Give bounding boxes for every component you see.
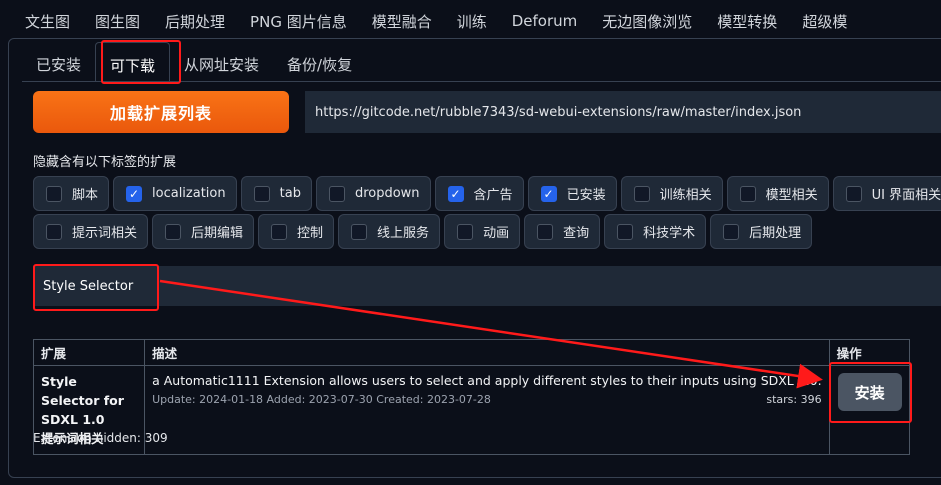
top-tab[interactable]: 超级模 [802, 11, 847, 32]
tag-checkbox[interactable]: 含广告 [434, 176, 524, 211]
tag-checkbox[interactable]: 动画 [444, 214, 521, 249]
header-description: 描述 [144, 339, 830, 366]
tag-row-1: 脚本 localization tab dropdown 含广告 已安装 训练相关 模型相关 U… [33, 176, 941, 211]
table-header-row: 扩展 描述 操作 [32, 339, 911, 366]
tag-checkbox[interactable]: 脚本 [33, 176, 110, 211]
top-tab[interactable]: 文生图 [25, 11, 70, 32]
checkbox-empty-icon[interactable] [328, 185, 345, 202]
extension-dates: Update: 2024-01-18 Added: 2023-07-30 Cre… [152, 393, 491, 406]
checkbox-empty-icon[interactable] [271, 223, 288, 240]
checkbox-checked-icon[interactable] [447, 185, 464, 202]
tag-label: 已安装 [566, 188, 606, 203]
extension-meta: Update: 2024-01-18 Added: 2023-07-30 Cre… [152, 393, 822, 406]
checkbox-empty-icon[interactable] [165, 223, 182, 240]
tag-label: 科技学术 [643, 226, 696, 241]
tag-label: 控制 [297, 226, 324, 241]
tab-backup-restore[interactable]: 备份/恢复 [273, 42, 366, 82]
install-button[interactable]: 安装 [837, 373, 902, 411]
tag-checkbox[interactable]: 后期编辑 [152, 214, 255, 249]
tag-checkbox[interactable]: tab [240, 176, 312, 211]
tag-label: 动画 [483, 226, 510, 241]
tag-label: UI 界面相关 [871, 188, 941, 203]
top-tab[interactable]: Deforum [512, 12, 578, 30]
sub-tabs: 已安装 可下载 从网址安装 备份/恢复 [22, 40, 366, 82]
top-tab[interactable]: 模型转换 [717, 11, 777, 32]
tag-label: 后期处理 [749, 226, 802, 241]
tag-checkbox[interactable]: 后期处理 [710, 214, 813, 249]
extension-name-link[interactable]: Style Selector for SDXL 1.0 [41, 372, 137, 429]
tag-label: dropdown [354, 186, 420, 201]
checkbox-empty-icon[interactable] [457, 223, 474, 240]
hidden-extension-count: Extension hidden: 309 [33, 431, 168, 445]
hide-tags-label: 隐藏含有以下标签的扩展 [33, 155, 177, 170]
load-extension-list-button[interactable]: 加载扩展列表 [33, 91, 289, 133]
tag-checkbox[interactable]: UI 界面相关 [832, 176, 941, 211]
tag-label: 模型相关 [765, 188, 818, 203]
checkbox-checked-icon[interactable] [126, 185, 143, 202]
tag-label: 训练相关 [659, 188, 712, 203]
action-cell: 安装 [828, 365, 911, 455]
checkbox-empty-icon[interactable] [46, 223, 62, 240]
tag-label: 脚本 [72, 188, 99, 203]
tag-label: 查询 [563, 226, 590, 241]
checkbox-empty-icon[interactable] [617, 223, 634, 240]
extension-description: a Automatic1111 Extension allows users t… [152, 373, 822, 388]
top-tab[interactable]: 训练 [457, 11, 487, 32]
tag-label: 含广告 [473, 188, 513, 203]
top-tab[interactable]: 无边图像浏览 [602, 11, 692, 32]
checkbox-checked-icon[interactable] [540, 185, 557, 202]
checkbox-empty-icon[interactable] [739, 185, 756, 202]
top-tab[interactable]: PNG 图片信息 [250, 11, 347, 32]
tab-installed[interactable]: 已安装 [22, 42, 95, 82]
tag-checkbox[interactable]: 线上服务 [338, 214, 441, 249]
tag-label: 线上服务 [377, 226, 430, 241]
tab-available[interactable]: 可下载 [95, 42, 171, 82]
tag-checkbox[interactable]: 已安装 [527, 176, 617, 211]
tag-checkbox[interactable]: localization [113, 176, 237, 211]
header-extension: 扩展 [32, 339, 146, 366]
tag-label: 后期编辑 [191, 226, 244, 241]
top-nav: 文生图 图生图 后期处理 PNG 图片信息 模型融合 训练 Deforum 无边图像浏览 模型转… [0, 0, 941, 42]
tag-checkbox[interactable]: 提示词相关 [33, 214, 149, 249]
checkbox-empty-icon[interactable] [633, 185, 650, 202]
description-cell: a Automatic1111 Extension allows users t… [144, 365, 830, 455]
tag-checkbox[interactable]: dropdown [315, 176, 431, 211]
checkbox-empty-icon[interactable] [845, 185, 862, 202]
top-tab[interactable]: 后期处理 [165, 11, 225, 32]
search-input[interactable]: Style Selector [33, 266, 941, 306]
top-tab[interactable]: 模型融合 [372, 11, 432, 32]
header-action: 操作 [828, 339, 911, 366]
tag-checkbox[interactable]: 查询 [524, 214, 601, 249]
tag-row-2: 提示词相关 后期编辑 控制 线上服务 动画 查询 科技学术 后期处理 [33, 214, 941, 249]
tag-checkbox[interactable]: 控制 [258, 214, 335, 249]
tag-label: tab [279, 186, 301, 201]
checkbox-empty-icon[interactable] [723, 223, 740, 240]
tag-checkbox[interactable]: 训练相关 [620, 176, 723, 211]
tag-filter-group: 脚本 localization tab dropdown 含广告 已安装 训练相关 模型相关 U… [33, 176, 941, 252]
checkbox-empty-icon[interactable] [537, 223, 554, 240]
index-url-input[interactable]: https://gitcode.net/rubble7343/sd-webui-… [305, 91, 941, 133]
checkbox-empty-icon[interactable] [46, 185, 62, 202]
tab-install-from-url[interactable]: 从网址安装 [170, 42, 273, 82]
tag-label: localization [152, 186, 226, 201]
checkbox-empty-icon[interactable] [253, 185, 270, 202]
extension-stars: stars: 396 [766, 393, 822, 406]
tag-checkbox[interactable]: 模型相关 [726, 176, 829, 211]
top-tab[interactable]: 图生图 [95, 11, 140, 32]
tag-checkbox[interactable]: 科技学术 [604, 214, 707, 249]
tag-label: 提示词相关 [72, 226, 138, 241]
checkbox-empty-icon[interactable] [351, 223, 368, 240]
